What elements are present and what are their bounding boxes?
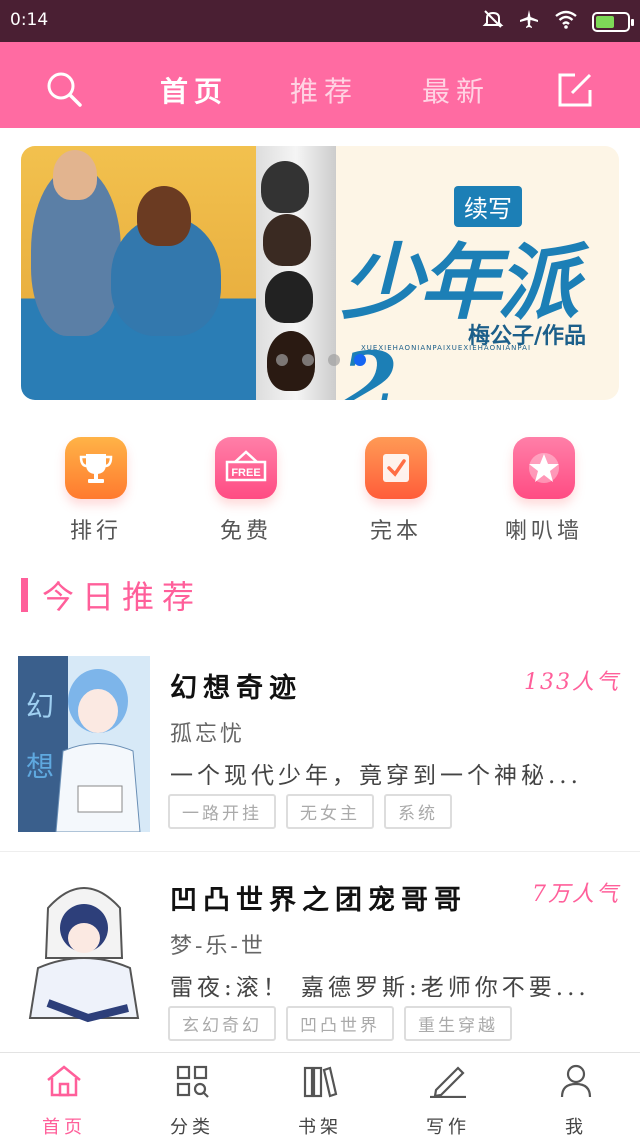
book-popularity: 133人气 [524, 670, 620, 695]
book-author: 梦-乐-世 [170, 934, 266, 959]
quick-wall[interactable]: 喇叭墙 [504, 437, 584, 545]
quick-label: 免费 [219, 519, 272, 544]
nav-label: 我 [565, 1117, 587, 1138]
section-header: 今日推荐 [21, 575, 203, 616]
status-bar: 0:14 [0, 0, 640, 42]
section-title: 今日推荐 [42, 578, 203, 616]
carousel-dot[interactable] [302, 354, 314, 366]
banner-carousel[interactable]: 续写 少年派2 梅公子/作品 XUEXIEHAONIANPAIXUEXIEHAO… [21, 146, 619, 400]
carousel-dot[interactable] [328, 354, 340, 366]
divider [0, 851, 640, 852]
book-title[interactable]: 幻想奇迹 [170, 666, 302, 705]
status-icons [482, 8, 634, 35]
edit-icon[interactable] [557, 72, 593, 108]
book-item[interactable]: 幻 想 幻想奇迹 133人气 孤忘忧 一个现代少年，竟穿到一个神秘... 一路开… [0, 656, 640, 852]
nav-label: 分类 [170, 1117, 214, 1138]
quick-label: 喇叭墙 [504, 519, 583, 544]
user-icon [536, 1061, 616, 1101]
bookshelf-icon [280, 1061, 360, 1101]
mute-icon [482, 8, 504, 35]
quick-free[interactable]: FREE 免费 [206, 437, 286, 545]
book-author: 孤忘忧 [170, 722, 246, 747]
home-icon [24, 1061, 104, 1101]
svg-text:FREE: FREE [231, 467, 260, 479]
banner-subtitle: XUEXIEHAONIANPAIXUEXIEHAONIANPAI [361, 344, 532, 352]
bottom-nav: 首页 分类 书架 写作 我 [0, 1052, 640, 1138]
banner-image [21, 146, 256, 400]
book-tag[interactable]: 系统 [384, 794, 452, 829]
banner-title: 少年派2 [341, 235, 579, 400]
nav-label: 书架 [298, 1117, 342, 1138]
book-cover: 幻 想 [18, 656, 150, 832]
book-tags: 一路开挂 无女主 系统 [168, 794, 452, 829]
search-icon[interactable] [44, 69, 84, 109]
book-tag[interactable]: 一路开挂 [168, 794, 276, 829]
book-title[interactable]: 凹凸世界之团宠哥哥 [170, 878, 467, 917]
battery-icon [592, 11, 634, 32]
quick-label: 完本 [369, 519, 422, 544]
quick-label: 排行 [69, 519, 122, 544]
svg-text:幻: 幻 [26, 690, 54, 723]
book-tags: 玄幻奇幻 凹凸世界 重生穿越 [168, 1006, 512, 1041]
carousel-dot-active[interactable] [354, 354, 366, 366]
book-tag[interactable]: 重生穿越 [404, 1006, 512, 1041]
carousel-indicator [276, 354, 366, 366]
book-popularity: 7万人气 [532, 882, 620, 907]
nav-category[interactable]: 分类 [152, 1061, 232, 1139]
airplane-icon [518, 8, 540, 35]
nav-home[interactable]: 首页 [24, 1061, 104, 1139]
status-time: 0:14 [10, 10, 49, 30]
pen-icon [408, 1061, 488, 1101]
top-bar: 首页 推荐 最新 [0, 42, 640, 128]
tab-home[interactable]: 首页 [160, 70, 228, 110]
carousel-dot[interactable] [276, 354, 288, 366]
nav-bookshelf[interactable]: 书架 [280, 1061, 360, 1139]
trophy-icon [65, 437, 127, 499]
svg-text:想: 想 [26, 750, 54, 783]
tab-recommend[interactable]: 推荐 [290, 70, 358, 110]
check-icon [365, 437, 427, 499]
tab-latest[interactable]: 最新 [422, 70, 490, 110]
wifi-icon [554, 9, 578, 34]
book-item[interactable]: 凹凸世界之团宠哥哥 7万人气 梦-乐-世 雷夜:滚！ 嘉德罗斯:老师你不要...… [0, 868, 640, 1066]
star-icon [513, 437, 575, 499]
book-cover [18, 868, 150, 1044]
book-tag[interactable]: 无女主 [286, 794, 374, 829]
nav-label: 写作 [426, 1117, 470, 1138]
nav-me[interactable]: 我 [536, 1061, 616, 1139]
nav-write[interactable]: 写作 [408, 1061, 488, 1139]
free-icon: FREE [215, 437, 277, 499]
quick-complete[interactable]: 完本 [356, 437, 436, 545]
book-description: 一个现代少年，竟穿到一个神秘... [170, 763, 582, 789]
book-description: 雷夜:滚！ 嘉德罗斯:老师你不要... [170, 975, 590, 1001]
book-tag[interactable]: 玄幻奇幻 [168, 1006, 276, 1041]
nav-label: 首页 [42, 1117, 86, 1138]
category-icon [152, 1061, 232, 1101]
quick-ranking[interactable]: 排行 [56, 437, 136, 545]
book-tag[interactable]: 凹凸世界 [286, 1006, 394, 1041]
